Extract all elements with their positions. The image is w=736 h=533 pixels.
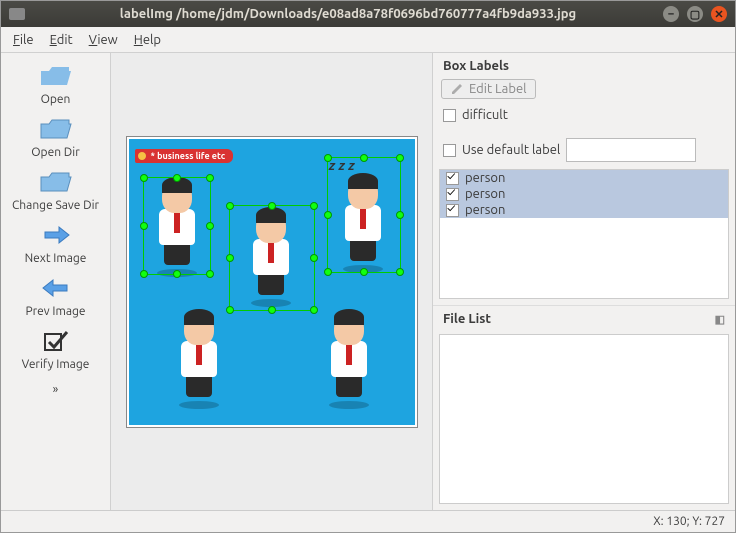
label-checkbox[interactable]	[446, 204, 459, 217]
menu-file[interactable]: File	[5, 29, 42, 51]
change-save-dir-label: Change Save Dir	[12, 199, 99, 212]
toolbar: Open Open Dir Change Save Dir Next Image	[1, 53, 111, 510]
open-label: Open	[41, 93, 71, 106]
menu-help[interactable]: Help	[126, 29, 169, 51]
label-text: person	[465, 171, 505, 185]
checkbox-icon	[38, 328, 74, 354]
toolbar-overflow-icon[interactable]: »	[1, 377, 110, 402]
statusbar: X: 130; Y: 727	[1, 510, 735, 532]
image-ribbon: * business life etc	[135, 149, 234, 163]
pencil-icon	[450, 82, 464, 96]
label-item[interactable]: person	[440, 186, 728, 202]
window-title: labelImg /home/jdm/Downloads/e08ad8a78f0…	[33, 7, 663, 21]
titlebar: labelImg /home/jdm/Downloads/e08ad8a78f0…	[1, 1, 735, 27]
default-label-input[interactable]	[566, 138, 696, 162]
cursor-coords: X: 130; Y: 727	[653, 515, 725, 528]
file-list[interactable]	[439, 334, 729, 504]
menu-edit[interactable]: Edit	[42, 29, 81, 51]
app-icon	[9, 8, 25, 20]
next-image-label: Next Image	[25, 252, 87, 265]
open-button[interactable]: Open	[1, 59, 110, 110]
menu-view[interactable]: View	[81, 29, 126, 51]
menubar: File Edit View Help	[1, 27, 735, 53]
canvas-area[interactable]: * business life etc z z z	[111, 53, 433, 510]
label-item[interactable]: person	[440, 170, 728, 186]
box-labels-header: Box Labels	[433, 53, 735, 77]
minimize-button[interactable]: –	[663, 6, 679, 22]
difficult-label: difficult	[462, 108, 508, 122]
bbox[interactable]	[327, 157, 401, 273]
use-default-label: Use default label	[462, 143, 560, 157]
bbox[interactable]	[143, 177, 211, 275]
maximize-button[interactable]: ▢	[687, 6, 703, 22]
detach-icon[interactable]: ◧	[715, 313, 725, 326]
folder-icon	[38, 116, 74, 142]
folder-icon	[38, 169, 74, 195]
edit-label-text: Edit Label	[469, 82, 527, 96]
edit-label-button[interactable]: Edit Label	[441, 79, 536, 99]
bbox[interactable]	[229, 205, 315, 311]
change-save-dir-button[interactable]: Change Save Dir	[1, 165, 110, 216]
label-text: person	[465, 203, 505, 217]
arrow-right-icon	[38, 222, 74, 248]
image-canvas[interactable]: * business life etc z z z	[129, 139, 415, 425]
verify-image-label: Verify Image	[22, 358, 90, 371]
file-list-header: File List	[443, 312, 491, 326]
label-checkbox[interactable]	[446, 188, 459, 201]
label-checkbox[interactable]	[446, 172, 459, 185]
right-panel: Box Labels Edit Label difficult Use defa…	[433, 53, 735, 510]
folder-icon	[38, 63, 74, 89]
label-list[interactable]: person person person	[439, 169, 729, 299]
open-dir-button[interactable]: Open Dir	[1, 112, 110, 163]
close-button[interactable]: ✕	[711, 6, 727, 22]
label-item[interactable]: person	[440, 202, 728, 218]
open-dir-label: Open Dir	[31, 146, 80, 159]
arrow-left-icon	[38, 275, 74, 301]
verify-image-button[interactable]: Verify Image	[1, 324, 110, 375]
next-image-button[interactable]: Next Image	[1, 218, 110, 269]
use-default-checkbox[interactable]	[443, 144, 456, 157]
prev-image-label: Prev Image	[25, 305, 85, 318]
prev-image-button[interactable]: Prev Image	[1, 271, 110, 322]
label-text: person	[465, 187, 505, 201]
difficult-checkbox[interactable]	[443, 109, 456, 122]
